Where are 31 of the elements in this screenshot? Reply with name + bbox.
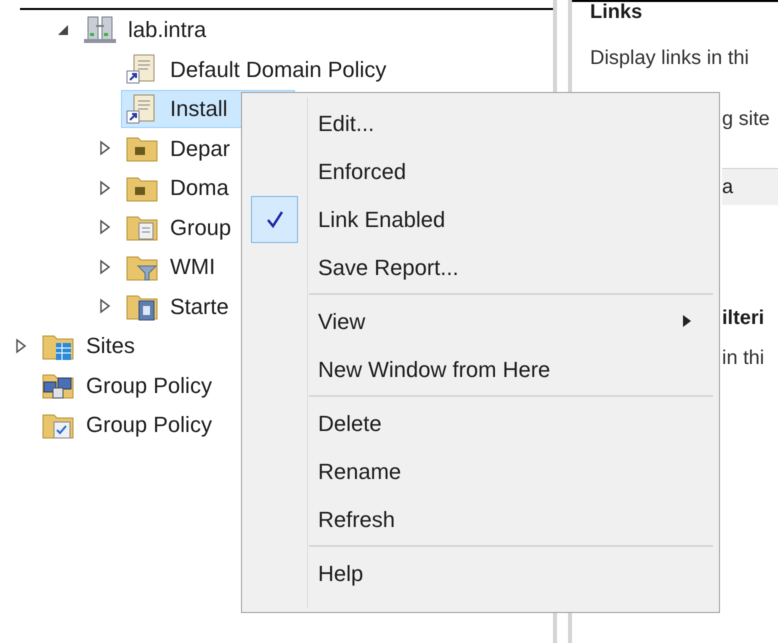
menu-item[interactable]: Save Report...	[242, 243, 719, 291]
expand-triangle-icon[interactable]	[98, 180, 112, 196]
menu-item[interactable]: View	[242, 297, 719, 345]
column-header: a	[722, 168, 778, 205]
expand-triangle-icon[interactable]	[98, 140, 112, 156]
tree-item[interactable]: Sites	[37, 326, 140, 365]
menu-item[interactable]: Help	[242, 549, 719, 597]
section-heading: Links	[589, 2, 644, 22]
tree-item[interactable]: Starte	[121, 287, 234, 326]
expand-triangle-icon[interactable]	[98, 298, 112, 314]
menu-item[interactable]: Link Enabled	[242, 195, 719, 243]
tree-item[interactable]: Group Policy	[37, 406, 217, 444]
menu-item[interactable]: Enforced	[242, 147, 719, 195]
tree-item[interactable]: lab.intra	[79, 10, 212, 49]
tree-item[interactable]: Doma	[121, 168, 234, 207]
tree-item[interactable]: Depar	[121, 129, 235, 168]
tree-item[interactable]: Group	[121, 208, 236, 246]
description-text: g site	[722, 107, 771, 132]
description-text: Display links in thi	[589, 46, 750, 70]
expand-triangle-icon[interactable]	[14, 338, 28, 354]
menu-item[interactable]: Refresh	[242, 495, 719, 543]
expand-triangle-icon[interactable]	[98, 219, 112, 236]
section-heading: ilteri	[722, 306, 766, 331]
tree-item[interactable]: Group Policy	[37, 366, 217, 404]
menu-item[interactable]: New Window from Here	[242, 345, 719, 393]
tree-item[interactable]: Default Domain Policy	[121, 50, 392, 88]
menu-item[interactable]: Delete	[242, 399, 719, 447]
expand-triangle-icon[interactable]	[98, 258, 112, 275]
description-text: in thi	[722, 346, 766, 371]
tree-item[interactable]: WMI	[121, 248, 220, 286]
menu-item[interactable]: Rename	[242, 447, 719, 495]
